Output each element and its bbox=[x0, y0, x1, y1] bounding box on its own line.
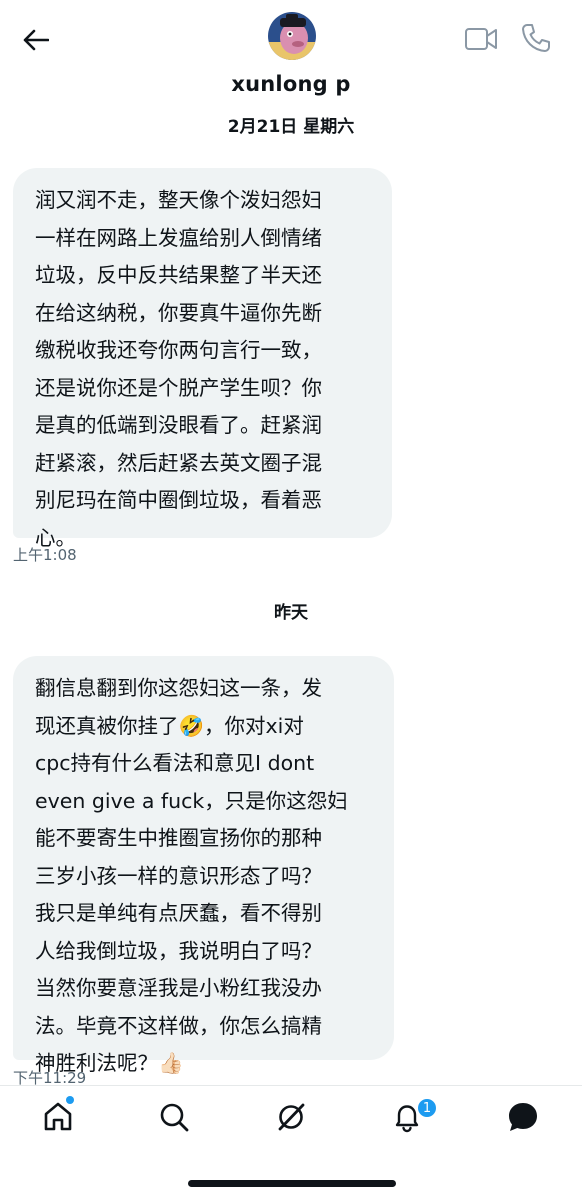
conversation-header: xunlong p 2月21日 星期六 bbox=[0, 0, 582, 150]
grok-icon bbox=[278, 1103, 305, 1131]
day-separator: 昨天 bbox=[274, 603, 308, 623]
avatar[interactable] bbox=[268, 12, 316, 60]
message-bubble[interactable]: 翻信息翻到你这怨妇这一条，发 现还真被你挂了🤣，你对xi对 cpc持有什么看法和… bbox=[13, 656, 394, 1075]
home-unread-dot bbox=[66, 1096, 74, 1104]
video-call-button[interactable] bbox=[464, 24, 498, 54]
home-indicator bbox=[188, 1180, 396, 1187]
back-button[interactable] bbox=[18, 22, 54, 58]
contact-name[interactable]: xunlong p bbox=[0, 72, 582, 96]
tab-home[interactable] bbox=[41, 1100, 75, 1134]
messages-icon bbox=[509, 1103, 537, 1131]
tab-search[interactable] bbox=[157, 1100, 191, 1134]
message-bubble[interactable]: 润又润不走，整天像个泼妇怨妇 一样在网路上发瘟给别人倒情绪 垃圾，反中反共结果整… bbox=[13, 168, 392, 550]
home-icon bbox=[44, 1102, 72, 1131]
notifications-badge: 1 bbox=[416, 1097, 438, 1119]
tab-grok[interactable] bbox=[274, 1100, 308, 1134]
avatar-image bbox=[268, 12, 316, 60]
arrow-left-icon bbox=[23, 29, 49, 51]
search-icon bbox=[160, 1103, 189, 1132]
video-camera-icon bbox=[465, 28, 497, 50]
message-timestamp: 上午1:08 bbox=[13, 546, 77, 564]
phone-icon bbox=[522, 24, 550, 52]
date-label: 2月21日 星期六 bbox=[227, 117, 355, 137]
tab-messages[interactable] bbox=[506, 1100, 540, 1134]
phone-call-button[interactable] bbox=[520, 22, 552, 54]
